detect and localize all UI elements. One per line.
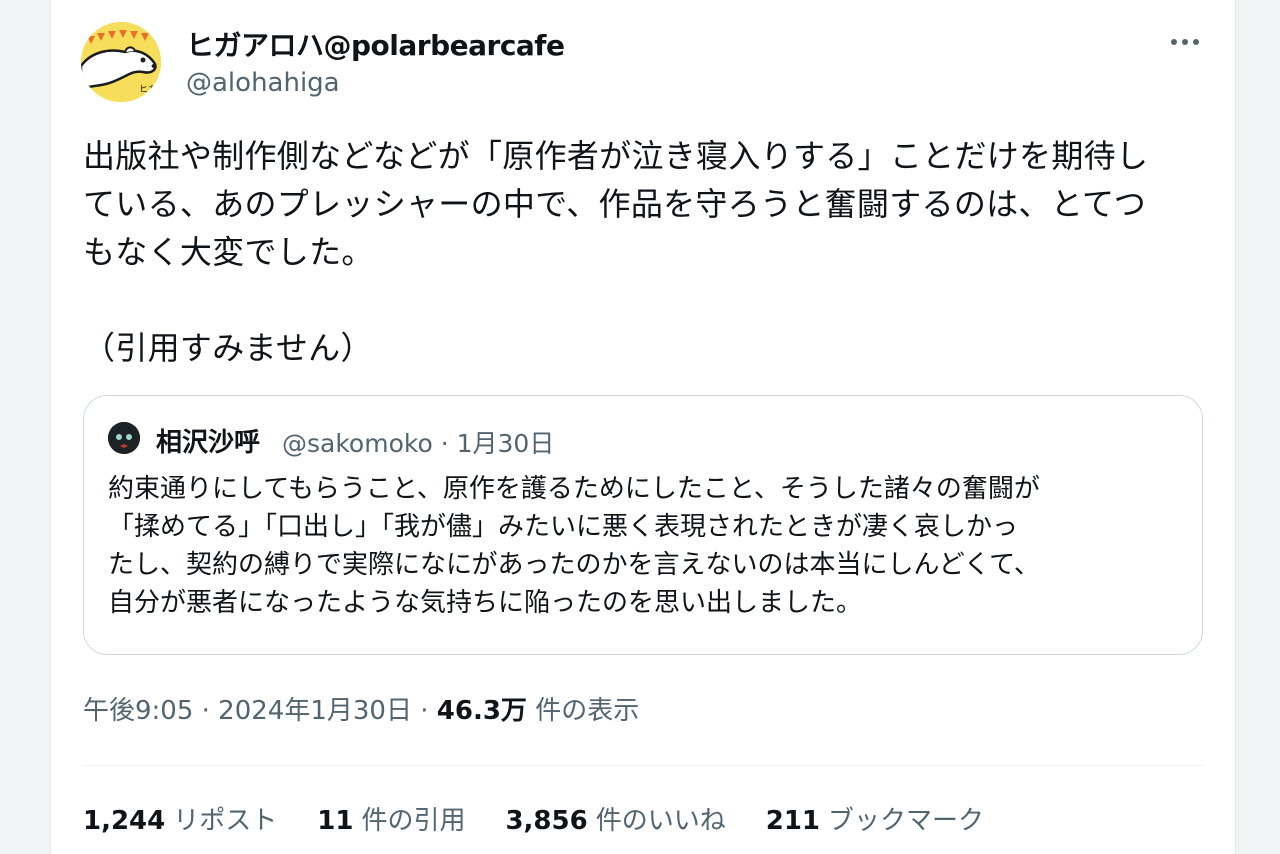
stat-likes[interactable]: 3,856 件のいいね — [505, 800, 725, 837]
tweet-timestamp-row: 午後9:05 · 2024年1月30日 · 46.3万 件の表示 — [83, 690, 639, 727]
tweet-card: ヒガ ヒガアロハ@polarbearcafe @alohahiga 出版社や制作… — [50, 0, 1236, 854]
stat-count: 211 — [765, 806, 821, 836]
stat-label: 件のいいね — [595, 806, 726, 836]
stat-label: ブックマーク — [828, 806, 985, 836]
stat-count: 1,244 — [83, 806, 166, 836]
views-label: 件の表示 — [526, 696, 640, 726]
quote-author-meta: @sakomoko · 1月30日 — [282, 429, 555, 458]
stat-count: 3,856 — [505, 806, 588, 836]
more-options-icon[interactable] — [1163, 24, 1207, 60]
quote-text: 約束通りにしてもらうこと、原作を護るためにしたこと、そうした諸々の奮闘が 「揉め… — [108, 474, 1040, 618]
author-handle[interactable]: @alohahiga — [186, 68, 340, 98]
stat-label: 件の引用 — [361, 806, 466, 836]
tweet-text: 出版社や制作側などなどが「原作者が泣き寝入りする」ことだけを期待し ている、あの… — [83, 137, 1149, 367]
author-display-name[interactable]: ヒガアロハ@polarbearcafe — [186, 24, 565, 64]
svg-text:ヒガ: ヒガ — [139, 84, 157, 95]
more-dot — [1182, 39, 1188, 45]
quoted-tweet[interactable]: 相沢沙呼 @sakomoko · 1月30日 約束通りにしてもらうこと、原作を護… — [83, 395, 1203, 655]
quote-author-avatar[interactable] — [108, 422, 140, 454]
divider — [83, 765, 1203, 766]
engagement-stats: 1,244 リポスト 11 件の引用 3,856 件のいいね 211 ブックマーク — [83, 800, 984, 837]
tweet-timestamp[interactable]: 午後9:05 · 2024年1月30日 · — [83, 696, 437, 726]
stat-label: リポスト — [173, 806, 278, 836]
quote-author-name[interactable]: 相沢沙呼 — [156, 422, 260, 459]
polar-bear-avatar-icon[interactable]: ヒガ — [81, 22, 161, 102]
views-count: 46.3万 — [436, 696, 527, 726]
stat-count: 11 — [317, 806, 354, 836]
stat-quotes[interactable]: 11 件の引用 — [317, 800, 465, 837]
stat-bookmarks[interactable]: 211 ブックマーク — [766, 800, 984, 837]
more-dot — [1193, 39, 1199, 45]
more-dot — [1171, 39, 1177, 45]
stat-reposts[interactable]: 1,244 リポスト — [83, 800, 277, 837]
